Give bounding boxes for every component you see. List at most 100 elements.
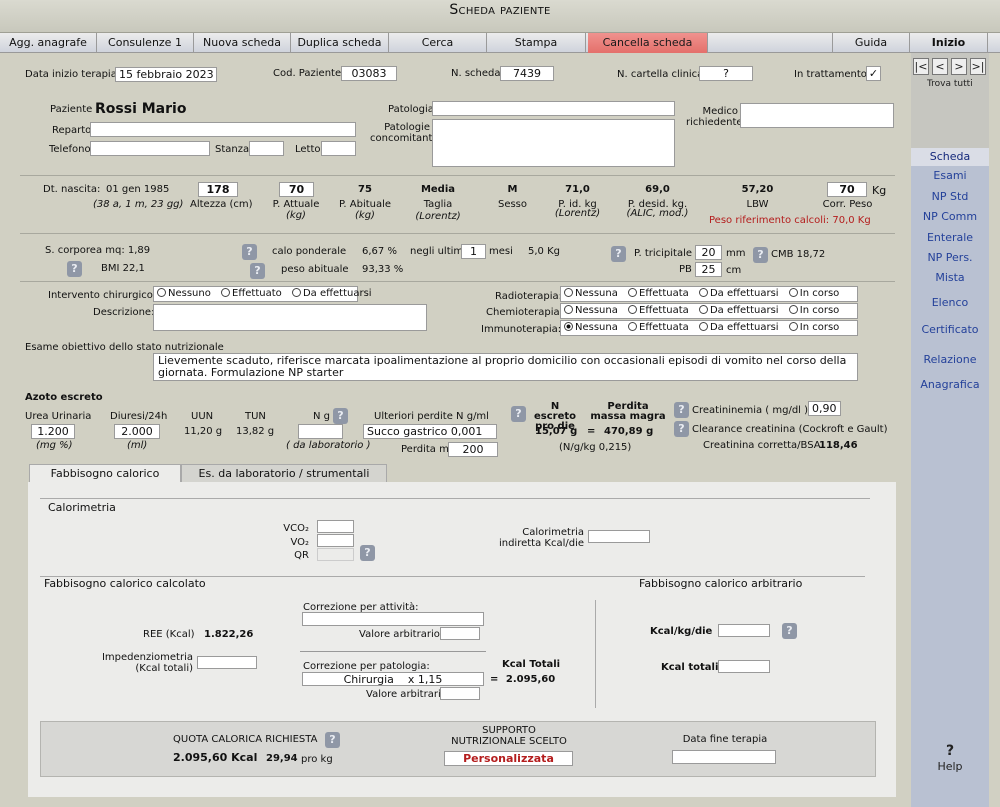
activity-field[interactable] xyxy=(302,612,484,626)
radio-radio-ongoing[interactable]: In corso xyxy=(788,288,839,299)
start-date-field[interactable]: 15 febbraio 2023 xyxy=(115,67,217,82)
tab-cerca[interactable]: Cerca xyxy=(389,33,487,53)
help-icon[interactable]: ? xyxy=(911,743,989,759)
tab-nuova-scheda[interactable]: Nuova scheda xyxy=(194,33,291,53)
help-label[interactable]: Help xyxy=(911,760,989,773)
bmi-help-icon[interactable]: ? xyxy=(67,261,82,277)
radio-radio-done[interactable]: Effettuata xyxy=(628,288,689,299)
radio-chemo-ongoing[interactable]: In corso xyxy=(788,305,839,316)
ward-field[interactable] xyxy=(90,122,356,137)
tab-duplica-scheda[interactable]: Duplica scheda xyxy=(291,33,389,53)
tab-cancella-scheda[interactable]: Cancella scheda xyxy=(588,33,708,53)
pathology-corr-label: Correzione per patologia: xyxy=(303,661,430,672)
clearance-help-icon[interactable]: ? xyxy=(674,421,689,437)
losses-field[interactable]: Succo gastrico 0,001 xyxy=(363,424,497,439)
usual-weight-pct: 93,33 % xyxy=(362,264,404,275)
radio-immuno-none[interactable]: Nessuna xyxy=(564,322,618,333)
patient-code-field[interactable]: 03083 xyxy=(341,66,397,81)
imped-field[interactable] xyxy=(197,656,257,669)
tab-esami-laboratorio[interactable]: Es. da laboratorio / strumentali xyxy=(181,464,387,483)
triceps-field[interactable]: 20 xyxy=(695,245,722,260)
pathology-field[interactable] xyxy=(432,101,675,116)
sidebar-item-mista[interactable]: Mista xyxy=(911,271,989,284)
end-date-field[interactable] xyxy=(672,750,776,764)
prev-record-button[interactable]: < xyxy=(932,58,948,75)
kcal-kg-help-icon[interactable]: ? xyxy=(782,623,797,639)
radio-surgery-none[interactable]: Nessuno xyxy=(157,288,211,299)
tab-inizio[interactable]: Inizio xyxy=(910,33,988,53)
excreted-help-icon[interactable]: ? xyxy=(511,406,526,422)
kcal-kg-field[interactable] xyxy=(718,624,770,637)
doctor-field[interactable] xyxy=(740,103,894,128)
concomitant-field[interactable] xyxy=(432,119,675,167)
description-field[interactable] xyxy=(153,304,427,331)
tab-stampa[interactable]: Stampa xyxy=(487,33,586,53)
next-record-button[interactable]: > xyxy=(951,58,967,75)
tab-agg-anagrafe[interactable]: Agg. anagrafe xyxy=(0,33,97,53)
sidebar-item-np-pers[interactable]: NP Pers. xyxy=(911,251,989,264)
patient-name[interactable]: Rossi Mario xyxy=(95,101,186,117)
cmb-help-icon[interactable]: ? xyxy=(753,247,768,263)
last-record-button[interactable]: >| xyxy=(970,58,986,75)
radio-radio-planned[interactable]: Da effettuarsi xyxy=(698,288,779,299)
radio-chemo-planned[interactable]: Da effettuarsi xyxy=(698,305,779,316)
radio-radio-none[interactable]: Nessuna xyxy=(564,288,618,299)
sidebar-item-esami[interactable]: Esami xyxy=(911,169,989,182)
tab-guida[interactable]: Guida xyxy=(833,33,910,53)
qr-help-icon[interactable]: ? xyxy=(360,545,375,561)
radio-immuno-planned[interactable]: Da effettuarsi xyxy=(698,322,779,333)
pathology-corr-field[interactable]: Chirurgia x 1,15 xyxy=(302,672,484,686)
room-field[interactable] xyxy=(249,141,284,156)
ng-field[interactable] xyxy=(298,424,343,439)
phone-field[interactable] xyxy=(90,141,210,156)
creatinine-help-icon[interactable]: ? xyxy=(674,402,689,418)
radio-chemo-none[interactable]: Nessuna xyxy=(564,305,618,316)
tab-fabbisogno-calorico[interactable]: Fabbisogno calorico xyxy=(29,464,181,483)
sidebar-item-certificato[interactable]: Certificato xyxy=(911,323,989,336)
record-no-field[interactable]: ? xyxy=(699,66,753,81)
pb-field[interactable]: 25 xyxy=(695,262,722,277)
exam-field[interactable]: Lievemente scaduto, riferisce marcata ip… xyxy=(153,353,858,381)
diuresis-field[interactable]: 2.000 xyxy=(114,424,160,439)
arb-kcal-total-field[interactable] xyxy=(718,660,770,673)
patient-name-label: Paziente xyxy=(50,104,93,115)
sidebar-item-relazione[interactable]: Relazione xyxy=(911,353,989,366)
sidebar-item-enterale[interactable]: Enterale xyxy=(911,231,989,244)
radio-surgery-planned[interactable]: Da effettuarsi xyxy=(291,288,372,299)
sidebar-item-np-comm[interactable]: NP Comm xyxy=(911,210,989,223)
ng-help-icon[interactable]: ? xyxy=(333,408,348,424)
first-record-button[interactable]: |< xyxy=(913,58,929,75)
tab-consulenze[interactable]: Consulenze 1 xyxy=(97,33,194,53)
in-treatment-checkbox[interactable]: ✓ xyxy=(866,66,881,81)
sidebar-item-elenco[interactable]: Elenco xyxy=(911,296,989,309)
height-field[interactable]: 178 xyxy=(198,182,238,197)
radio-surgery-done[interactable]: Effettuato xyxy=(221,288,282,299)
radio-immuno-done[interactable]: Effettuata xyxy=(628,322,689,333)
divider xyxy=(595,600,596,708)
arbitrary-value-field[interactable] xyxy=(440,627,480,640)
sheet-no-field[interactable]: 7439 xyxy=(500,66,554,81)
nitrogen-title: Azoto escreto xyxy=(25,392,103,403)
arbitrary2-field[interactable] xyxy=(440,687,480,700)
vco2-field[interactable] xyxy=(317,520,354,533)
corr-weight-field[interactable]: 70 xyxy=(827,182,867,197)
current-weight-field[interactable]: 70 xyxy=(279,182,314,197)
urea-field[interactable]: 1.200 xyxy=(31,424,75,439)
support-field[interactable]: Personalizzata xyxy=(444,751,573,766)
loss-ml-field[interactable]: 200 xyxy=(448,442,498,457)
sidebar-item-np-std[interactable]: NP Std xyxy=(911,190,989,203)
radio-chemo-done[interactable]: Effettuata xyxy=(628,305,689,316)
usual-weight-help-icon[interactable]: ? xyxy=(250,263,265,279)
radio-immuno-ongoing[interactable]: In corso xyxy=(788,322,839,333)
sidebar-item-anagrafica[interactable]: Anagrafica xyxy=(911,378,989,391)
triceps-help-icon[interactable]: ? xyxy=(611,246,626,262)
quota-help-icon[interactable]: ? xyxy=(325,732,340,748)
months-field[interactable]: 1 xyxy=(461,244,486,259)
find-all-button[interactable]: Trova tutti xyxy=(927,79,973,89)
vo2-field[interactable] xyxy=(317,534,354,547)
indirect-calorimetry-field[interactable] xyxy=(588,530,650,543)
weight-loss-help-icon[interactable]: ? xyxy=(242,244,257,260)
creatinine-field[interactable]: 0,90 xyxy=(808,401,841,416)
bed-field[interactable] xyxy=(321,141,356,156)
sidebar-item-scheda[interactable]: Scheda xyxy=(911,148,989,166)
